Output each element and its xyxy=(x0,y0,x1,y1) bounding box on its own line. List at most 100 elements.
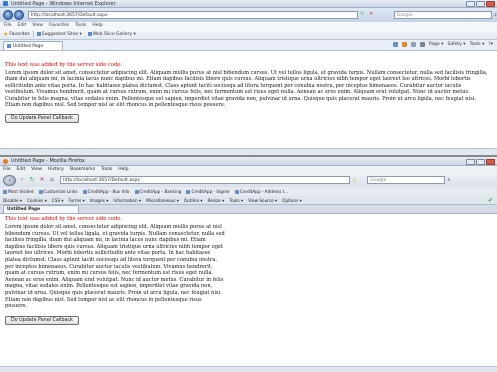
page-icon xyxy=(7,44,11,48)
ff-search-icon[interactable]: ⌕ xyxy=(447,177,450,183)
dev-cookies[interactable]: Cookies ▾ xyxy=(27,198,47,203)
favorites-button[interactable]: Favorites xyxy=(9,32,29,37)
dev-view-source[interactable]: View Source ▾ xyxy=(248,198,277,203)
home-icon[interactable] xyxy=(392,42,398,47)
ff-reload-icon[interactable]: ↻ xyxy=(28,176,36,184)
ff-back-icon[interactable]: ‹ xyxy=(3,174,16,186)
page-menu[interactable]: Page ▾ xyxy=(429,42,444,47)
ff-maximize-icon[interactable] xyxy=(476,159,485,165)
dev-resize[interactable]: Resize ▾ xyxy=(207,198,224,203)
mail-icon[interactable] xyxy=(410,42,416,47)
ff-forward-icon[interactable]: › xyxy=(18,176,26,184)
back-icon[interactable]: ‹ xyxy=(3,10,13,20)
ff-minimize-icon[interactable] xyxy=(466,159,475,165)
ff-menu-file[interactable]: File xyxy=(3,167,11,172)
bookmark-label: Most Visited xyxy=(8,189,34,194)
ie-logo-icon xyxy=(3,1,8,6)
ff-update-panel-button[interactable]: Do Update Panel Callback xyxy=(5,315,79,325)
dev-outline[interactable]: Outline ▾ xyxy=(184,198,203,203)
close-icon[interactable] xyxy=(486,1,495,7)
dev-options[interactable]: Options ▾ xyxy=(282,198,302,203)
ie-menu-bar: File Edit View Favorites Tools Help xyxy=(0,22,497,29)
dev-information[interactable]: Information ▾ xyxy=(113,198,141,203)
ie-menu-tools[interactable]: Tools xyxy=(75,23,86,28)
help-menu-icon[interactable]: ?▾ xyxy=(488,42,493,47)
bookmark-creditapp-bus[interactable]: CreditApp - Bus Info xyxy=(82,189,130,194)
print-icon[interactable] xyxy=(419,42,425,47)
divider xyxy=(32,30,34,38)
web-slice-gallery-link[interactable]: Web Slice Gallery ▾ xyxy=(93,32,136,37)
dev-forms[interactable]: Forms ▾ xyxy=(68,198,84,203)
bookmark-customize-links[interactable]: Customize Links xyxy=(38,189,78,194)
dev-disable[interactable]: Disable ▾ xyxy=(3,198,22,203)
ff-page-content: This text was added by the server side c… xyxy=(0,214,497,366)
ie-menu-edit[interactable]: Edit xyxy=(18,23,27,28)
ff-menu-bar: File Edit View History Bookmarks Tools H… xyxy=(0,166,497,173)
forward-icon[interactable]: › xyxy=(13,10,24,20)
bookmark-icon xyxy=(186,190,191,194)
server-message: This text was added by the server side c… xyxy=(5,62,123,68)
ff-bookmarks-bar: Most Visited Customize Links CreditApp -… xyxy=(0,187,497,196)
ff-status-bar xyxy=(0,366,497,372)
tools-menu[interactable]: Tools ▾ xyxy=(470,42,485,47)
ff-menu-help[interactable]: Help xyxy=(118,167,128,172)
ff-lorem-paragraph: Lorem ipsum dolor sit amet, consectetur … xyxy=(5,224,225,310)
ie-url-field[interactable]: http://localhost:3657/Default.aspx xyxy=(27,11,359,19)
ie-title-bar: Untitled Page - Windows Internet Explore… xyxy=(0,0,497,8)
ff-tab-untitled[interactable]: Untitled Page xyxy=(3,205,79,213)
maximize-icon[interactable] xyxy=(476,1,485,7)
bookmark-label: CreditApp - Signer xyxy=(191,189,230,194)
bookmark-creditapp-signer[interactable]: CreditApp - Signer xyxy=(186,189,230,194)
ff-menu-edit[interactable]: Edit xyxy=(17,167,26,172)
ff-menu-history[interactable]: History xyxy=(48,167,64,172)
ff-tab-row: Untitled Page xyxy=(0,205,497,214)
ff-url-field[interactable]: http://localhost:3657/Default.aspx xyxy=(60,176,350,184)
ie-menu-view[interactable]: View xyxy=(32,23,43,28)
bookmark-icon xyxy=(38,190,43,194)
ff-home-icon[interactable]: ⌂ xyxy=(48,176,56,184)
ff-menu-bookmarks[interactable]: Bookmarks xyxy=(70,167,95,172)
safety-menu[interactable]: Safety ▾ xyxy=(447,42,465,47)
bookmark-most-visited[interactable]: Most Visited xyxy=(3,189,34,194)
ff-server-message: This text was added by the server side c… xyxy=(5,216,123,222)
feeds-icon[interactable] xyxy=(401,42,407,47)
bookmark-icon xyxy=(3,190,7,194)
ff-menu-tools[interactable]: Tools xyxy=(101,167,112,172)
bookmark-label: Customize Links xyxy=(43,189,78,194)
dev-images[interactable]: Images ▾ xyxy=(90,198,109,203)
ie-page-content: This text was added by the server side c… xyxy=(0,51,497,156)
minimize-icon[interactable] xyxy=(466,1,475,7)
ff-navigation-bar: ‹ › ↻ ✕ ⌂ http://localhost:3657/Default.… xyxy=(0,173,497,187)
ie-tab-row: Untitled Page Page ▾ Safety ▾ Tools ▾ ?▾ xyxy=(0,40,497,51)
ie-menu-file[interactable]: File xyxy=(4,23,12,28)
ff-close-icon[interactable] xyxy=(486,159,495,165)
ie-address-bar: ‹ › http://localhost:3657/Default.aspx ↻… xyxy=(0,8,497,22)
web-slice-icon xyxy=(87,32,92,36)
ff-web-developer-bar: Disable ▾ Cookies ▾ CSS ▾ Forms ▾ Images… xyxy=(0,196,497,205)
ff-menu-view[interactable]: View xyxy=(31,167,42,172)
ff-window-title: Untitled Page - Mozilla Firefox xyxy=(11,158,85,164)
bookmark-creditapp-banking[interactable]: CreditApp - Banking xyxy=(134,189,181,194)
dev-css[interactable]: CSS ▾ xyxy=(52,198,64,203)
ie-tab-untitled[interactable]: Untitled Page xyxy=(3,41,63,50)
ie-favorites-bar: ★ Favorites Suggested Sites ▾ Web Slice … xyxy=(0,29,497,40)
bookmark-creditapp-address[interactable]: CreditApp - Address I... xyxy=(234,189,288,194)
stop-icon[interactable]: ✕ xyxy=(369,11,378,19)
ff-search-input[interactable]: Google xyxy=(367,176,446,184)
ie-search-input[interactable]: Google xyxy=(393,11,493,19)
ie-menu-favorites[interactable]: Favorites xyxy=(49,23,69,28)
ie-command-bar: Page ▾ Safety ▾ Tools ▾ ?▾ xyxy=(392,42,493,47)
ff-tab-label: Untitled Page xyxy=(7,207,41,212)
refresh-icon[interactable]: ↻ xyxy=(360,11,369,19)
bookmark-star-icon[interactable]: ☆ xyxy=(352,177,357,184)
ie-tab-label: Untitled Page xyxy=(13,43,44,49)
favorites-star-icon: ★ xyxy=(3,30,9,38)
dev-miscellaneous[interactable]: Miscellaneous ▾ xyxy=(146,198,179,203)
bookmark-label: CreditApp - Bus Info xyxy=(87,189,130,194)
update-panel-button[interactable]: Do Update Panel Callback xyxy=(5,114,79,124)
ff-stop-icon[interactable]: ✕ xyxy=(38,176,46,184)
suggested-sites-link[interactable]: Suggested Sites ▾ xyxy=(42,32,82,37)
dev-tools[interactable]: Tools ▾ xyxy=(229,198,243,203)
ff-title-bar: Untitled Page - Mozilla Firefox xyxy=(0,157,497,166)
ie-menu-help[interactable]: Help xyxy=(92,23,102,28)
